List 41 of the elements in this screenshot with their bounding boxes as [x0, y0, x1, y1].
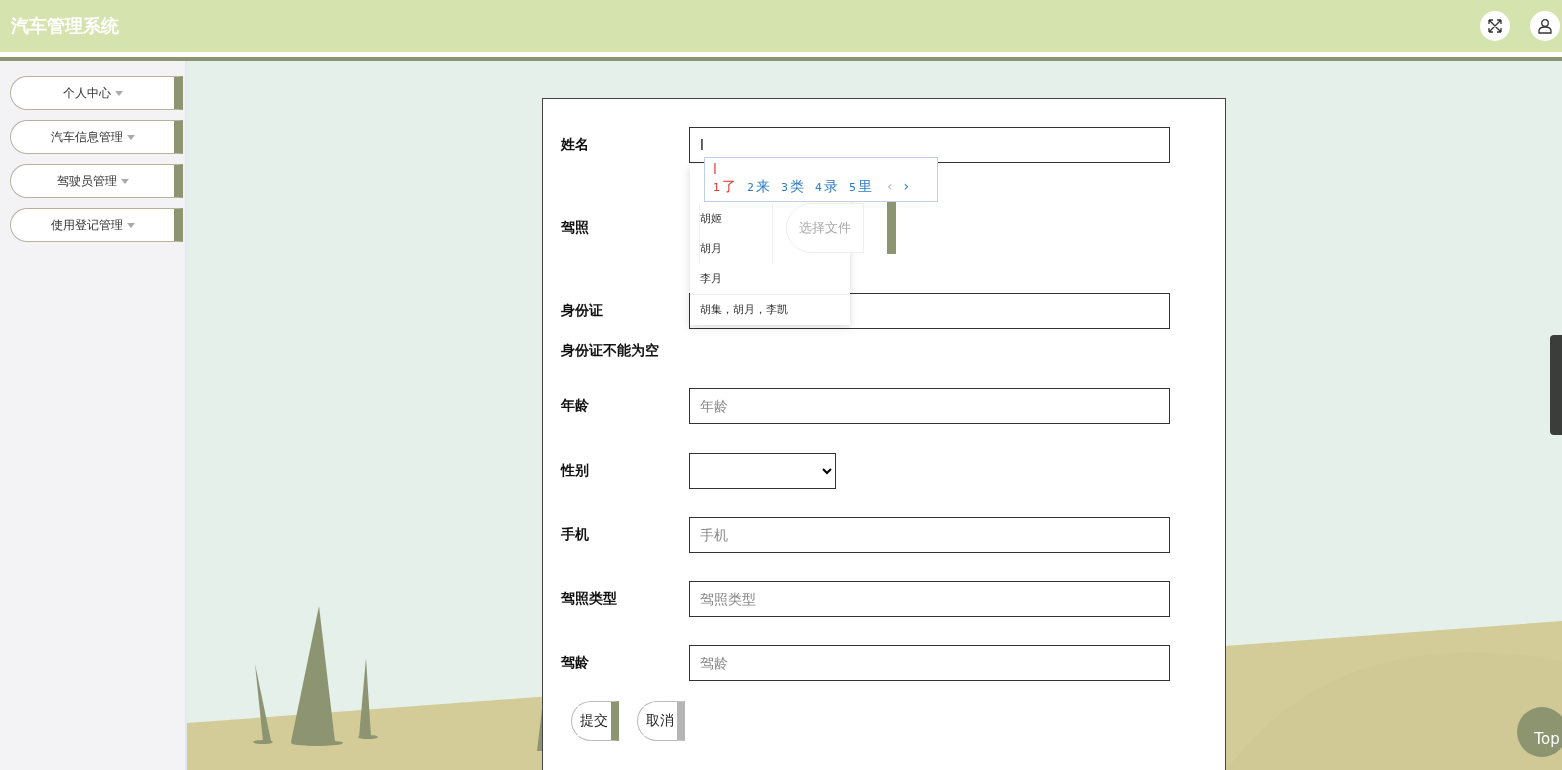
input-field[interactable]: 手机	[689, 517, 1170, 553]
form-button[interactable]: 提交	[571, 701, 619, 741]
sidebar-item[interactable]: 汽车信息管理	[10, 120, 183, 154]
field-label: 年龄	[561, 397, 590, 415]
field-label: 姓名	[561, 136, 590, 154]
input-field[interactable]: 驾龄	[689, 645, 1170, 681]
field-label: 身份证	[561, 302, 604, 320]
caret-icon	[126, 222, 135, 228]
field-label: 驾照类型	[561, 590, 618, 608]
suggestion-item[interactable]: 胡姬	[699, 204, 773, 234]
ime-candidate[interactable]: 1 了	[713, 178, 736, 196]
ime-candidate[interactable]: 2 来	[747, 178, 770, 196]
caret-icon	[126, 134, 135, 140]
input-field[interactable]: 年龄	[689, 388, 1170, 424]
form-button[interactable]: 取消	[637, 701, 685, 741]
suggestion-item[interactable]: 胡月	[699, 234, 773, 264]
ime-composition: l	[713, 160, 718, 178]
user-button[interactable]	[1530, 11, 1560, 41]
caret-icon	[120, 178, 129, 184]
suggestion-item[interactable]: 李月	[690, 264, 850, 294]
ime-candidate[interactable]: 4录	[815, 178, 838, 196]
suggestion-item[interactable]: 胡集，胡月，李凯	[690, 294, 850, 325]
field-label: 性别	[561, 462, 590, 480]
sidebar-item[interactable]: 个人中心	[10, 76, 183, 110]
fullscreen-button[interactable]	[1480, 11, 1510, 41]
field-label: 手机	[561, 526, 590, 544]
user-icon	[1537, 18, 1553, 34]
field-label: 驾照	[561, 218, 590, 237]
ime-next-page[interactable]: ›	[903, 178, 910, 194]
input-field[interactable]: 驾照类型	[689, 581, 1170, 617]
ime-candidate[interactable]: 3 类	[781, 178, 804, 196]
ime-candidate[interactable]: 5 里	[849, 178, 872, 196]
sidebar-item[interactable]: 使用登记管理	[10, 208, 183, 242]
error-message: 身份证不能为空	[561, 341, 660, 360]
field-label: 驾龄	[561, 654, 590, 672]
expand-icon	[1487, 18, 1503, 34]
app-title: 汽车管理系统	[11, 14, 119, 38]
sidebar-item[interactable]: 驾驶员管理	[10, 164, 183, 198]
caret-icon	[114, 90, 123, 96]
side-handle[interactable]	[1550, 335, 1562, 435]
gender-select[interactable]	[689, 453, 836, 489]
